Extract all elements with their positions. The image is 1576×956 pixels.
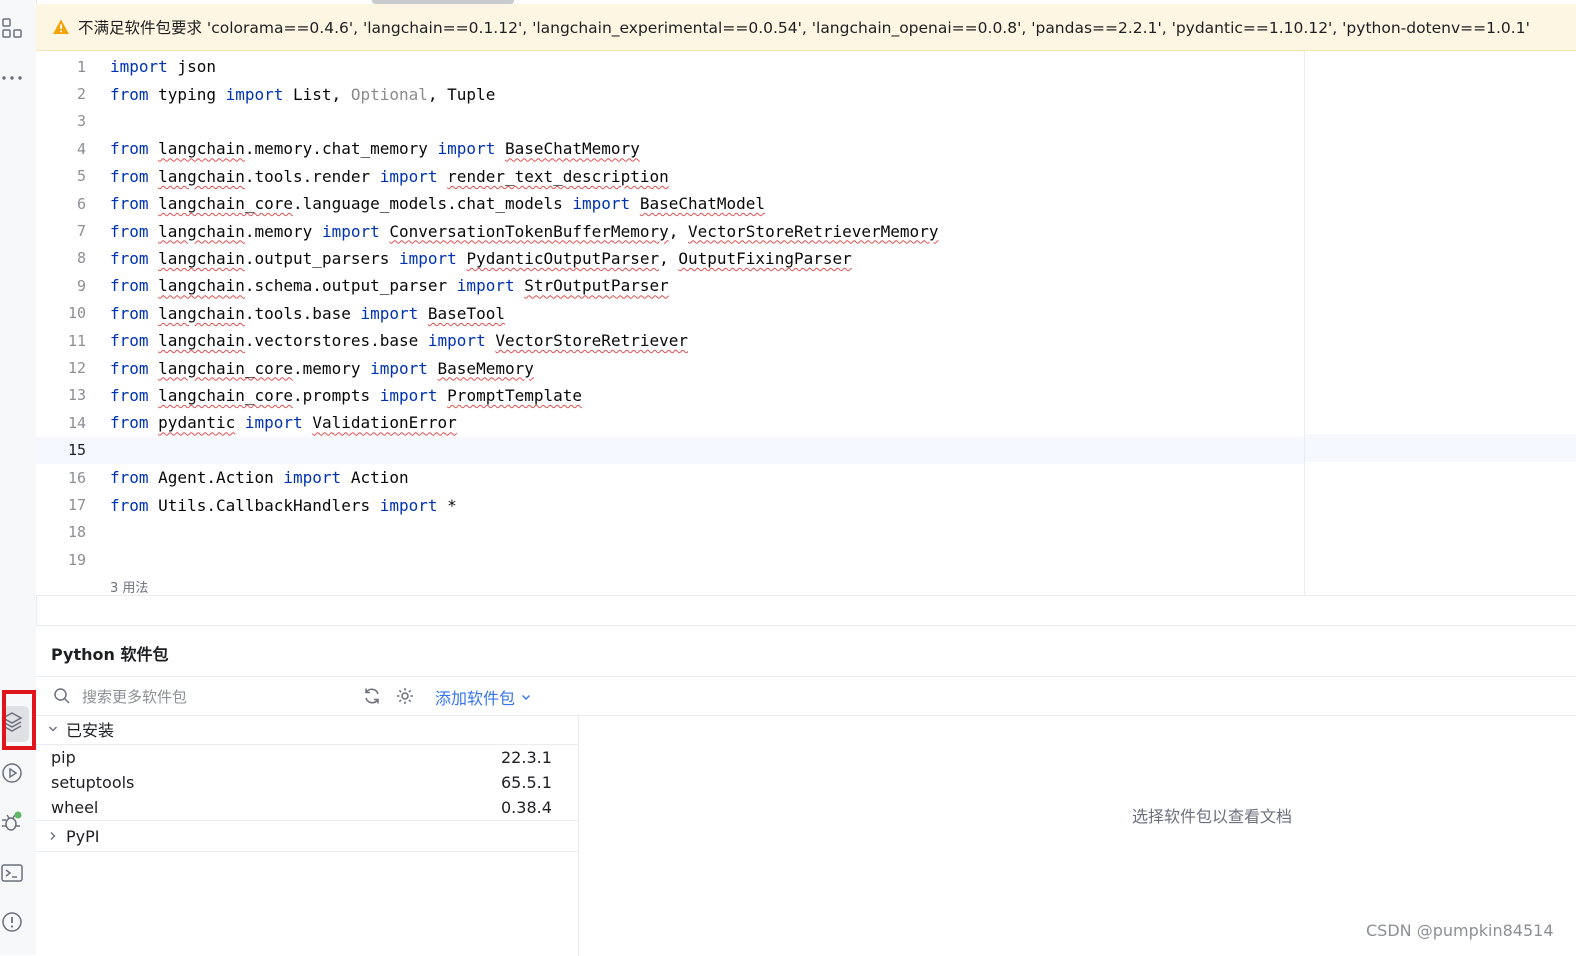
add-package-dropdown[interactable]: 添加软件包 — [435, 685, 531, 709]
line-number: 3 — [76, 112, 86, 131]
structure-icon[interactable] — [0, 16, 24, 40]
package-version: 65.5.1 — [501, 773, 552, 792]
red-highlight-box — [2, 690, 36, 750]
line-number: 1 — [76, 57, 86, 76]
gear-icon[interactable] — [395, 686, 415, 706]
line-number: 16 — [67, 468, 86, 487]
code-line[interactable]: 18 — [36, 519, 1576, 546]
code-line[interactable]: 3 — [36, 108, 1576, 135]
code-line[interactable]: 8 from langchain.output_parsers import Py… — [36, 245, 1576, 272]
code-line[interactable]: 1 import json — [36, 53, 1576, 80]
code-line[interactable]: 4 from langchain.memory.chat_memory impor… — [36, 135, 1576, 162]
search-icon — [54, 688, 70, 704]
code-line[interactable]: 6 from langchain_core.language_models.cha… — [36, 190, 1576, 217]
code-line[interactable]: 16 from Agent.Action import Action — [36, 464, 1576, 491]
more-icon[interactable] — [0, 64, 24, 88]
package-search-input[interactable] — [80, 683, 354, 711]
code-line[interactable]: 5 from langchain.tools.render import rend… — [36, 163, 1576, 190]
package-name: pip — [51, 748, 76, 767]
code-line[interactable]: 12 from langchain_core.memory import Base… — [36, 354, 1576, 381]
line-number: 5 — [76, 167, 86, 186]
pypi-label: PyPI — [66, 826, 100, 846]
package-name: setuptools — [51, 773, 135, 792]
line-number: 19 — [67, 550, 86, 569]
code-line[interactable]: 9 from langchain.schema.output_parser imp… — [36, 272, 1576, 299]
package-version: 22.3.1 — [501, 748, 552, 767]
warning-text: 不满足软件包要求 'colorama==0.4.6', 'langchain==… — [78, 19, 1530, 37]
line-number: 7 — [76, 222, 86, 241]
debug-icon[interactable] — [0, 810, 24, 834]
services-icon[interactable] — [0, 761, 24, 785]
chevron-right-icon — [50, 832, 56, 840]
line-number: 8 — [76, 249, 86, 268]
line-number: 17 — [67, 496, 86, 515]
add-package-label: 添加软件包 — [435, 689, 516, 708]
installed-group-header[interactable]: 已安装 — [36, 714, 578, 745]
panel-title: Python 软件包 — [51, 645, 169, 664]
line-number: 14 — [67, 413, 86, 432]
code-line[interactable]: 17 from Utils.CallbackHandlers import * — [36, 491, 1576, 518]
pypi-group-header[interactable]: PyPI — [36, 820, 578, 852]
code-line[interactable]: 19 — [36, 546, 1576, 573]
watermark: CSDN @pumpkin84514 — [1366, 921, 1554, 940]
line-number: 12 — [67, 359, 86, 378]
code-line[interactable]: 14 from pydantic import ValidationError — [36, 409, 1576, 436]
line-number: 9 — [76, 276, 86, 295]
package-row[interactable]: setuptools 65.5.1 — [36, 771, 578, 796]
chevron-down-icon — [49, 726, 57, 732]
package-name: wheel — [51, 798, 99, 817]
usages-hint[interactable]: 3 用法 — [110, 577, 148, 596]
refresh-icon[interactable] — [362, 686, 382, 706]
requirements-warning-banner: 不满足软件包要求 'colorama==0.4.6', 'langchain==… — [36, 4, 1576, 51]
line-number: 10 — [67, 304, 86, 323]
terminal-icon[interactable] — [0, 861, 24, 885]
documentation-placeholder: 选择软件包以查看文档 — [1132, 807, 1293, 826]
line-number: 15 — [67, 441, 86, 460]
warning-triangle-icon — [53, 19, 69, 34]
line-number: 18 — [67, 523, 86, 542]
package-list: 已安装 pip 22.3.1 setuptools 65.5.1 wheel 0.38… — [36, 714, 579, 956]
line-number: 11 — [67, 331, 86, 350]
line-number: 13 — [67, 386, 86, 405]
line-number: 6 — [76, 194, 86, 213]
package-version: 0.38.4 — [501, 798, 552, 817]
installed-label: 已安装 — [66, 721, 115, 740]
code-line-current[interactable]: 15 — [36, 436, 1304, 464]
line-number: 4 — [76, 139, 86, 158]
problems-icon[interactable] — [0, 910, 24, 934]
editor-divider — [36, 595, 1576, 596]
package-row[interactable]: pip 22.3.1 — [36, 746, 578, 771]
python-packages-panel: Python 软件包 添加软件包 已安装 pip 22.3.1 setuptool… — [36, 625, 1576, 956]
code-line[interactable]: 13 from langchain_core.prompts import Pro… — [36, 382, 1576, 409]
line-number: 2 — [76, 85, 86, 104]
code-line[interactable]: 10 from langchain.tools.base import BaseT… — [36, 300, 1576, 327]
left-toolbar — [0, 0, 37, 955]
chevron-down-icon — [522, 695, 531, 700]
package-row[interactable]: wheel 0.38.4 — [36, 796, 578, 821]
code-editor[interactable]: 1 import json 2 from typing import List, O… — [36, 51, 1576, 596]
code-line[interactable]: 11 from langchain.vectorstores.base impor… — [36, 327, 1576, 354]
current-line-highlight — [1305, 434, 1576, 462]
code-line[interactable]: 2 from typing import List, Optional, Tupl… — [36, 80, 1576, 107]
package-search-row: 添加软件包 — [36, 676, 1576, 716]
code-line[interactable]: 7 from langchain.memory import Conversati… — [36, 217, 1576, 244]
